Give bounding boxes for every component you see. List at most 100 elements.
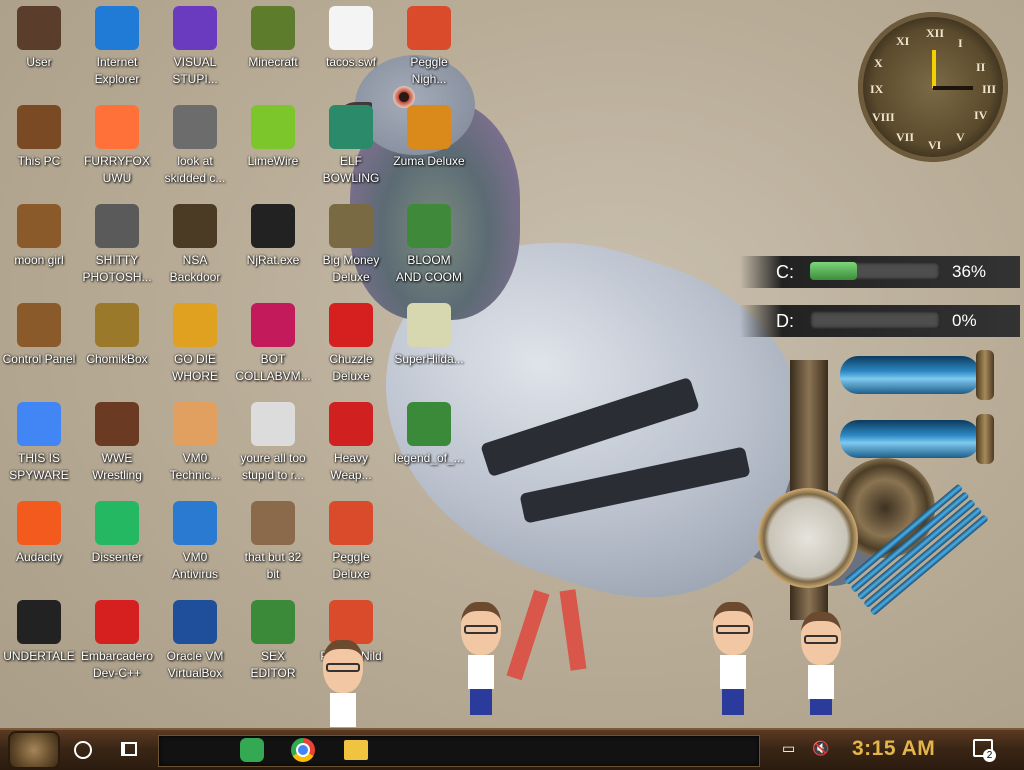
app-icon: [251, 6, 295, 50]
start-button[interactable]: [10, 733, 58, 767]
desktop-icon[interactable]: VM0 Antivirus: [156, 501, 234, 583]
clock-numeral: XI: [896, 34, 910, 48]
taskbar-clock[interactable]: 3:15 AM: [852, 737, 935, 761]
desktop-icon[interactable]: Control Panel: [0, 303, 78, 368]
desktop-icon[interactable]: VM0 Technic...: [156, 402, 234, 484]
desktop-icon-label: SuperHilda...: [394, 352, 464, 366]
desktop-icon-label: SEX EDITOR: [250, 649, 296, 680]
app-icon: [407, 105, 451, 149]
desktop-icon[interactable]: moon girl: [0, 204, 78, 269]
hangouts-icon[interactable]: [240, 738, 264, 762]
desktop-icon[interactable]: UNDERTALE: [0, 600, 78, 665]
app-icon: [251, 600, 295, 644]
desktop-icon[interactable]: BOT COLLABVM...: [234, 303, 312, 385]
desktop-icon-label: GO DIE WHORE: [172, 352, 218, 383]
volume-muted-icon[interactable]: 🔇: [812, 740, 829, 757]
app-icon: [17, 6, 61, 50]
clock-numeral: XII: [926, 26, 945, 40]
desktop-icon[interactable]: youre all too stupid to r...: [234, 402, 312, 484]
desktop-icon[interactable]: BLOOM AND COOM: [390, 204, 468, 286]
app-icon: [251, 501, 295, 545]
drive-usage-percent: 0%: [952, 311, 977, 330]
desktop-icon[interactable]: Heavy Weap...: [312, 402, 390, 484]
desktop-icon[interactable]: Big Money Deluxe: [312, 204, 390, 286]
desktop-icon[interactable]: Zuma Deluxe: [390, 105, 468, 170]
clock-numeral: VI: [928, 138, 942, 152]
desktop-icon[interactable]: Internet Explorer: [78, 6, 156, 88]
desktop-icon-label: This PC: [17, 154, 61, 168]
desktop-icon[interactable]: NjRat.exe: [234, 204, 312, 269]
desktop-icon-label: Zuma Deluxe: [393, 154, 465, 168]
desktop-icon[interactable]: tacos.swf: [312, 6, 390, 71]
app-icon: [407, 6, 451, 50]
app-icon: [173, 402, 217, 446]
desktop-icon[interactable]: FURRYFOX UWU: [78, 105, 156, 187]
cartoon-character: [320, 640, 366, 727]
gadget-pipe-cap: [976, 414, 994, 464]
desktop-icon-label: Minecraft: [248, 55, 298, 69]
desktop-icon[interactable]: NSA Backdoor: [156, 204, 234, 286]
app-icon: [251, 204, 295, 248]
desktop-icon[interactable]: Peggle Nigh...: [390, 6, 468, 88]
app-icon: [17, 105, 61, 149]
app-icon: [251, 105, 295, 149]
desktop-icon[interactable]: Minecraft: [234, 6, 312, 71]
clock-gadget[interactable]: XII I II III IV V VI VII VIII IX X XI: [858, 12, 1008, 162]
app-icon: [17, 204, 61, 248]
desktop-icon-label: Dissenter: [91, 550, 143, 564]
desktop-icon-label: SHITTY PHOTOSH...: [82, 253, 152, 284]
desktop-icon-label: Internet Explorer: [94, 55, 140, 86]
desktop-icon[interactable]: Dissenter: [78, 501, 156, 566]
app-icon: [17, 600, 61, 644]
desktop-icon[interactable]: LimeWire: [234, 105, 312, 170]
drive-meter-c[interactable]: C: 36%: [740, 256, 1020, 288]
desktop-icon-label: Big Money Deluxe: [322, 253, 380, 284]
drive-meter-d[interactable]: D: 0%: [740, 305, 1020, 337]
desktop-icon[interactable]: look at skidded c...: [156, 105, 234, 187]
desktop-icon-label: User: [26, 55, 52, 69]
desktop-icon-label: NjRat.exe: [246, 253, 300, 267]
desktop-icon-label: that but 32 bit: [244, 550, 302, 581]
desktop-icon[interactable]: legend_of_...: [390, 402, 468, 467]
task-view-icon[interactable]: [121, 742, 137, 756]
desktop-icon[interactable]: SHITTY PHOTOSH...: [78, 204, 156, 286]
clock-numeral: II: [976, 60, 986, 74]
desktop-icon[interactable]: Peggle Deluxe: [312, 501, 390, 583]
chrome-icon[interactable]: [291, 738, 315, 762]
desktop-icon[interactable]: Oracle VM VirtualBox: [156, 600, 234, 682]
gadget-pipe-cpu: [840, 356, 980, 394]
desktop-icon-label: VM0 Antivirus: [171, 550, 218, 581]
desktop-icon[interactable]: that but 32 bit: [234, 501, 312, 583]
app-icon: [95, 402, 139, 446]
desktop-icon[interactable]: VISUAL STUPI...: [156, 6, 234, 88]
desktop-icon[interactable]: WWE Wrestling: [78, 402, 156, 484]
search-circle-icon[interactable]: [74, 741, 92, 759]
desktop-icon[interactable]: Audacity: [0, 501, 78, 566]
desktop-icon[interactable]: User: [0, 6, 78, 71]
cartoon-character: [458, 602, 504, 715]
clock-numeral: VIII: [872, 110, 895, 124]
desktop-icon[interactable]: This PC: [0, 105, 78, 170]
clock-numeral: III: [982, 82, 997, 96]
app-icon: [407, 303, 451, 347]
desktop-icon[interactable]: SEX EDITOR: [234, 600, 312, 682]
desktop-icon[interactable]: Embarcadero Dev-C++: [78, 600, 156, 682]
desktop-icon[interactable]: THIS IS SPYWARE: [0, 402, 78, 484]
desktop-icon[interactable]: GO DIE WHORE: [156, 303, 234, 385]
clock-hour-hand: [932, 50, 936, 88]
clock-minute-hand: [933, 86, 973, 90]
desktop-icon-label: legend_of_...: [394, 451, 464, 465]
desktop-icon[interactable]: Chuzzle Deluxe: [312, 303, 390, 385]
clock-numeral: X: [874, 56, 883, 70]
desktop-icon[interactable]: ELF BOWLING: [312, 105, 390, 187]
file-explorer-icon[interactable]: [344, 740, 368, 760]
desktop-icon[interactable]: SuperHilda...: [390, 303, 468, 368]
desktop-icon-label: tacos.swf: [325, 55, 376, 69]
cartoon-character: [710, 602, 756, 715]
app-icon: [95, 501, 139, 545]
desktop-icon-label: Chuzzle Deluxe: [329, 352, 373, 383]
notification-count-badge: 2: [983, 749, 996, 762]
desktop-icon[interactable]: ChomikBox: [78, 303, 156, 368]
clock-numeral: IX: [870, 82, 884, 96]
network-icon[interactable]: ▭: [782, 740, 795, 757]
